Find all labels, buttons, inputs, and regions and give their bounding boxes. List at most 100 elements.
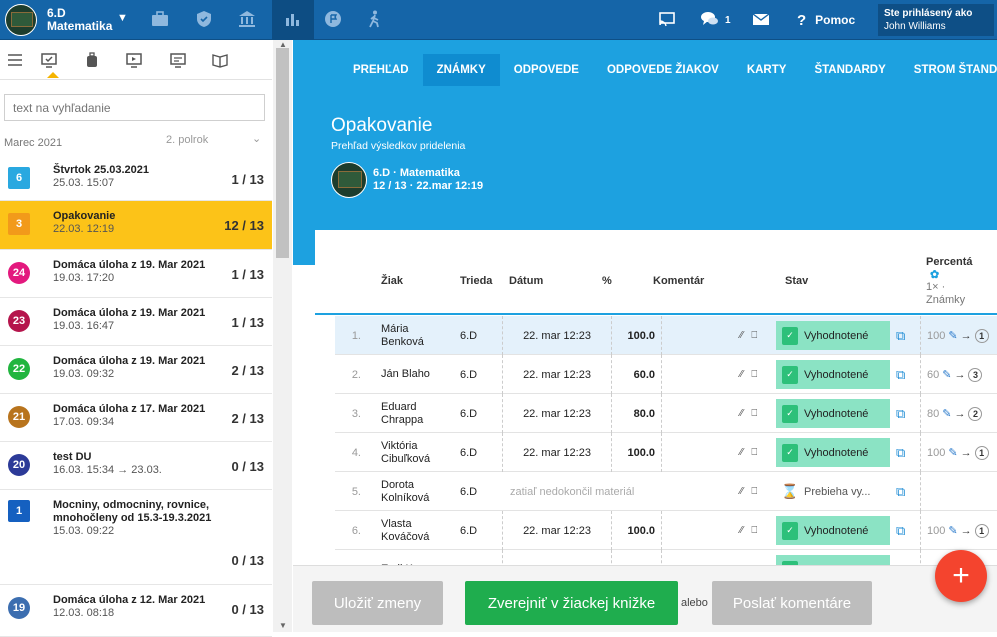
external-link-icon[interactable]: ⧉ — [896, 433, 905, 472]
edit-icon[interactable]: ⁄⁄ — [740, 330, 743, 341]
grade-value[interactable]: 2 — [968, 406, 983, 421]
walking-person-icon[interactable] — [364, 8, 386, 30]
table-row[interactable]: 3. Eduard Chrappa 6.D 22. mar 12:23 80.0 ⁄⁄ ⎕ ✓… — [335, 394, 997, 433]
external-link-icon[interactable]: ⧉ — [896, 511, 905, 550]
edit-icon[interactable]: ⁄⁄ — [740, 408, 743, 419]
table-row[interactable]: 2. Ján Blaho 6.D 22. mar 12:23 60.0 ⁄⁄ ⎕ ✓ Vyhod… — [335, 355, 997, 394]
gear-icon[interactable]: ✿ — [930, 268, 939, 281]
tab-1[interactable]: ZNÁMKY — [422, 54, 500, 86]
status-badge[interactable]: ✓ Vyhodnotené — [776, 321, 890, 350]
student-name[interactable]: Viktória Cibuľková — [381, 433, 451, 472]
briefcase-icon[interactable] — [149, 8, 171, 30]
edit-icon[interactable]: ⁄⁄ — [740, 447, 743, 458]
grade-value[interactable]: 1 — [974, 445, 989, 460]
publish-button[interactable]: Zverejniť v žiackej knižke — [465, 581, 678, 625]
student-name[interactable]: Ján Blaho — [381, 355, 451, 394]
monitor-list-icon[interactable] — [166, 48, 190, 72]
pencil-icon[interactable]: ✎ — [942, 368, 951, 381]
list-item[interactable]: 6 Štvrtok 25.03.2021 25.03. 15:07 1 / 13 — [0, 155, 272, 201]
tab-4[interactable]: KARTY — [733, 54, 801, 86]
search-input[interactable] — [4, 94, 265, 121]
caret-down-icon[interactable]: ▼ — [117, 12, 128, 24]
class-avatar[interactable] — [5, 4, 37, 36]
status-badge[interactable]: ⌛ Prebieha vy... — [776, 477, 890, 506]
table-row[interactable]: 4. Viktória Cibuľková 6.D 22. mar 12:23 100.… — [335, 433, 997, 472]
student-name[interactable]: Vlasta Kováčová — [381, 511, 451, 550]
chevron-down-icon[interactable]: ⌄ — [252, 132, 261, 145]
menu-icon[interactable] — [3, 48, 27, 72]
attachment-icon[interactable]: ⎕ — [751, 525, 757, 536]
chat-bubbles-icon[interactable] — [698, 8, 720, 30]
grade-value[interactable]: 1 — [974, 523, 989, 538]
attachment-icon[interactable]: ⎕ — [751, 369, 757, 380]
backpack-icon[interactable] — [80, 48, 104, 72]
grade-value[interactable]: 3 — [968, 367, 983, 382]
student-name[interactable]: Mária Benková — [381, 316, 451, 355]
mail-icon[interactable] — [750, 8, 772, 30]
video-icon[interactable] — [122, 48, 146, 72]
table-row[interactable]: 5. Dorota Kolníková 6.D zatiaľ nedokončil m… — [335, 472, 997, 511]
sidebar-scrollbar[interactable]: ▲ ▼ — [273, 40, 292, 632]
bar-chart-icon[interactable] — [282, 8, 304, 30]
table-row[interactable]: 6. Vlasta Kováčová 6.D 22. mar 12:23 100.0 ⁄⁄… — [335, 511, 997, 550]
pencil-icon[interactable]: ✎ — [948, 446, 957, 459]
shield-icon[interactable] — [193, 8, 215, 30]
external-link-icon[interactable]: ⧉ — [896, 316, 905, 355]
col-student[interactable]: Žiak — [381, 275, 403, 287]
tab-6[interactable]: STROM ŠTANDARDOV — [900, 54, 997, 86]
status-badge[interactable]: ✓ Vyhodnotené — [776, 360, 890, 389]
scroll-down-icon[interactable]: ▼ — [279, 621, 287, 630]
save-button[interactable]: Uložiť zmeny — [312, 581, 443, 625]
add-button[interactable]: + — [935, 550, 987, 602]
flag-circle-icon[interactable] — [322, 8, 344, 30]
help-link[interactable]: ? Pomoc — [797, 0, 855, 40]
edit-icon[interactable]: ⁄⁄ — [740, 486, 743, 497]
send-comments-button[interactable]: Poslať komentáre — [712, 581, 872, 625]
institution-icon[interactable] — [236, 8, 258, 30]
list-item[interactable]: 3 Opakovanie 22.03. 12:19 12 / 13 — [0, 201, 272, 250]
attachment-icon[interactable]: ⎕ — [751, 486, 757, 497]
tab-3[interactable]: ODPOVEDE ŽIAKOV — [593, 54, 733, 86]
logged-in-user[interactable]: Ste prihlásený ako John Williams — [878, 4, 994, 36]
list-item[interactable]: 23 Domáca úloha z 19. Mar 2021 19.03. 16:4… — [0, 298, 272, 346]
student-name[interactable]: Eduard Chrappa — [381, 394, 451, 433]
col-status[interactable]: Stav — [785, 275, 808, 287]
status-badge[interactable]: ✓ Vyhodnotené — [776, 438, 890, 467]
scrollbar-thumb[interactable] — [276, 48, 289, 258]
list-item[interactable]: 1 Mocniny, odmocniny, rovnice, mnohočleny… — [0, 490, 272, 585]
col-class[interactable]: Trieda — [460, 275, 492, 287]
list-item[interactable]: 19 Domáca úloha z 12. Mar 2021 12.03. 08:1… — [0, 585, 272, 637]
external-link-icon[interactable]: ⧉ — [896, 472, 905, 511]
screen-share-icon[interactable] — [656, 8, 678, 30]
grade-value[interactable]: 1 — [974, 328, 989, 343]
attachment-icon[interactable]: ⎕ — [751, 408, 757, 419]
book-icon[interactable] — [208, 48, 232, 72]
col-date[interactable]: Dátum — [509, 275, 543, 287]
edit-icon[interactable]: ⁄⁄ — [740, 525, 743, 536]
class-selector[interactable]: 6.D Matematika — [47, 7, 112, 33]
external-link-icon[interactable]: ⧉ — [896, 394, 905, 433]
list-item[interactable]: 24 Domáca úloha z 19. Mar 2021 19.03. 17:2… — [0, 250, 272, 298]
col-comment[interactable]: Komentár — [653, 275, 704, 287]
table-row[interactable]: 1. Mária Benková 6.D 22. mar 12:23 100.0 ⁄⁄ ⎕ ✓… — [335, 316, 997, 355]
tab-2[interactable]: ODPOVEDE — [500, 54, 593, 86]
external-link-icon[interactable]: ⧉ — [896, 355, 905, 394]
pencil-icon[interactable]: ✎ — [948, 524, 957, 537]
pencil-icon[interactable]: ✎ — [942, 407, 951, 420]
student-name[interactable]: Dorota Kolníková — [381, 472, 451, 511]
attachment-icon[interactable]: ⎕ — [751, 447, 757, 458]
list-item[interactable]: 22 Domáca úloha z 19. Mar 2021 19.03. 09:3… — [0, 346, 272, 394]
tab-0[interactable]: PREHĽAD — [293, 54, 423, 86]
col-percentages[interactable]: Percentá — [926, 256, 972, 268]
list-item[interactable]: 21 Domáca úloha z 17. Mar 2021 17.03. 09:3… — [0, 394, 272, 442]
pencil-icon[interactable]: ✎ — [948, 329, 957, 342]
period-selector[interactable]: 2. polrok — [166, 134, 208, 146]
list-item[interactable]: 20 test DU 16.03. 15:34 → 23.03. 0 / 13 — [0, 442, 272, 490]
col-percent[interactable]: % — [602, 275, 612, 287]
status-badge[interactable]: ✓ Vyhodnotené — [776, 399, 890, 428]
monitor-check-icon[interactable] — [37, 48, 61, 72]
edit-icon[interactable]: ⁄⁄ — [740, 369, 743, 380]
attachment-icon[interactable]: ⎕ — [751, 330, 757, 341]
status-badge[interactable]: ✓ Vyhodnotené — [776, 516, 890, 545]
tab-5[interactable]: ŠTANDARDY — [800, 54, 899, 86]
